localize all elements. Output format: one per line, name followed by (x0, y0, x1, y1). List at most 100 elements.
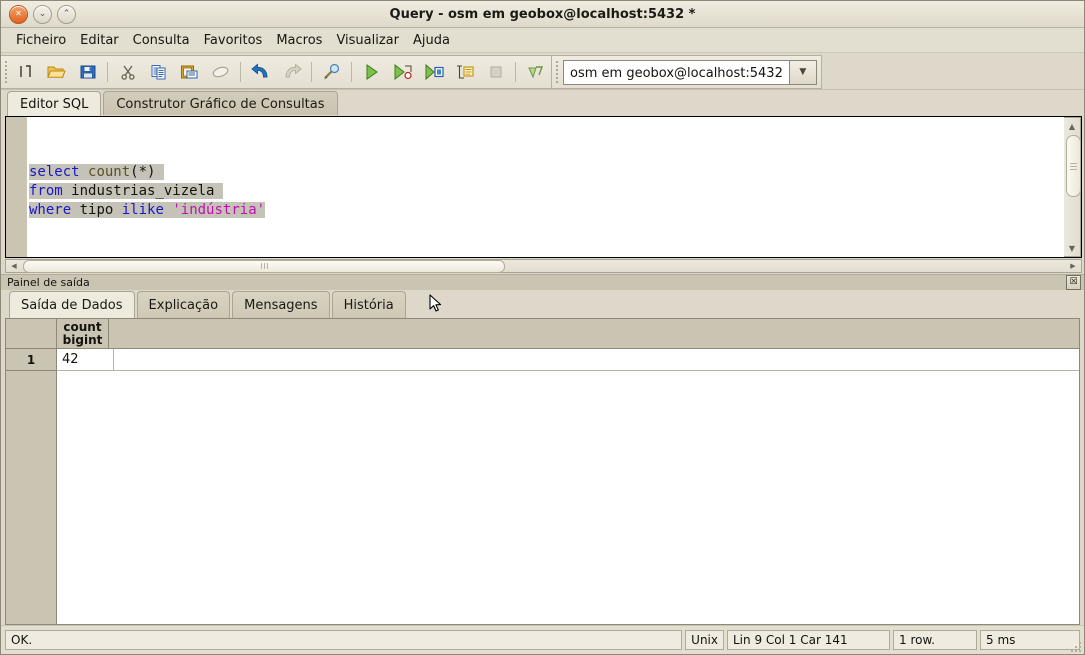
find-replace-icon[interactable] (317, 58, 346, 86)
cut-icon[interactable] (113, 58, 142, 86)
connection-toolbar: osm em geobox@localhost:5432 ▼ (552, 55, 822, 89)
output-panel-header: Painel de saída ☒ (1, 274, 1084, 290)
toolbar-separator (311, 62, 312, 82)
tab-saida-de-dados[interactable]: Saída de Dados (9, 291, 135, 318)
output-tabs: Saída de Dados Explicação Mensagens Hist… (1, 290, 1084, 318)
sql-editor-box: select count(*) from industrias_vizela w… (5, 116, 1082, 258)
menu-macros[interactable]: Macros (269, 31, 329, 50)
menu-favoritos[interactable]: Favoritos (197, 31, 270, 50)
editor-tabs: Editor SQL Construtor Gráfico de Consult… (1, 90, 1084, 116)
close-icon[interactable]: ☒ (1066, 275, 1081, 290)
main-toolbar (1, 55, 552, 89)
save-icon[interactable] (73, 58, 102, 86)
tab-editor-sql[interactable]: Editor SQL (7, 91, 102, 116)
menu-ajuda[interactable]: Ajuda (406, 31, 457, 50)
minimize-window-button[interactable]: ⌄ (33, 4, 52, 24)
grid-row-filler (114, 349, 1079, 371)
editor-gutter (6, 117, 27, 257)
table-row[interactable]: 1 42 (6, 349, 1079, 371)
grid-column-header-count[interactable]: count bigint (57, 319, 109, 349)
tab-query-builder[interactable]: Construtor Gráfico de Consultas (103, 91, 338, 116)
tab-explicacao[interactable]: Explicação (136, 291, 231, 318)
paste-icon[interactable] (175, 58, 204, 86)
horizontal-scroll-thumb[interactable] (23, 259, 505, 273)
scroll-left-icon[interactable]: ◀ (6, 260, 22, 272)
status-row-count: 1 row. (893, 630, 977, 650)
window-title: Query - osm em geobox@localhost:5432 * (389, 6, 696, 22)
query-window: ✕ ⌄ ⌃ Query - osm em geobox@localhost:54… (0, 0, 1085, 655)
macro-icon[interactable] (521, 58, 550, 86)
explain-analyze-icon[interactable] (450, 58, 479, 86)
grid-row-header-strip (6, 371, 57, 624)
scroll-down-icon[interactable]: ▼ (1065, 241, 1080, 255)
editor-vertical-scrollbar[interactable]: ▲ ▼ (1064, 117, 1081, 257)
tab-explicacao-label: Explicação (148, 297, 219, 313)
status-cursor-position: Lin 9 Col 1 Car 141 (727, 630, 890, 650)
vertical-scroll-thumb[interactable] (1065, 135, 1081, 197)
close-window-button[interactable]: ✕ (9, 4, 28, 24)
grid-header-filler (109, 319, 1079, 349)
sql-token: count (88, 164, 131, 180)
tab-editor-sql-label: Editor SQL (20, 96, 89, 112)
grid-cell-count[interactable]: 42 (57, 349, 114, 371)
editor-horizontal-scroll-row: ◀ ▶ (5, 258, 1082, 274)
tab-saida-de-dados-label: Saída de Dados (21, 297, 123, 313)
clear-icon[interactable] (206, 58, 235, 86)
chevron-down-icon: ⌄ (38, 8, 47, 19)
grid-blank-area (57, 371, 1079, 624)
sql-input[interactable]: select count(*) from industrias_vizela w… (27, 117, 1064, 257)
maximize-window-button[interactable]: ⌃ (57, 4, 76, 24)
explain-query-icon[interactable] (419, 58, 448, 86)
tab-historia[interactable]: História (331, 291, 406, 318)
toolbar-separator (107, 62, 108, 82)
toolbar-empty-space (822, 53, 1084, 89)
menu-visualizar[interactable]: Visualizar (329, 31, 406, 50)
redo-icon[interactable] (277, 58, 306, 86)
execute-query-icon[interactable] (357, 58, 386, 86)
menu-ficheiro[interactable]: Ficheiro (9, 31, 73, 50)
menu-consulta[interactable]: Consulta (126, 31, 197, 50)
status-bar: OK. Unix Lin 9 Col 1 Car 141 1 row. 5 ms (1, 625, 1084, 654)
chevron-down-icon[interactable]: ▼ (788, 60, 816, 84)
sql-token: tipo (79, 202, 114, 218)
tab-mensagens[interactable]: Mensagens (232, 291, 330, 318)
tab-historia-label: História (343, 297, 394, 313)
sql-token: ilike (121, 202, 164, 218)
window-resize-grip[interactable] (1069, 640, 1081, 652)
menu-editar[interactable]: Editar (73, 31, 126, 50)
undo-icon[interactable] (246, 58, 275, 86)
grid-empty-body (6, 371, 1079, 624)
connection-select-value: osm em geobox@localhost:5432 (564, 60, 789, 84)
toolbar-drag-handle[interactable] (1, 57, 10, 87)
grid-column-type: bigint (62, 332, 103, 347)
vertical-scroll-track[interactable] (1065, 133, 1081, 241)
new-query-icon[interactable] (11, 58, 40, 86)
toolbar-separator (240, 62, 241, 82)
toolbar-separator (515, 62, 516, 82)
grid-corner-cell[interactable] (6, 319, 57, 349)
code-line: select count(*) (27, 163, 1064, 182)
tab-query-builder-label: Construtor Gráfico de Consultas (116, 96, 325, 112)
execute-to-file-icon[interactable] (388, 58, 417, 86)
sql-token: 'indústria' (172, 202, 266, 218)
cancel-query-icon[interactable] (481, 58, 510, 86)
connection-toolbar-drag-handle[interactable] (552, 57, 561, 87)
grid-column-name: count (63, 319, 102, 334)
row-number[interactable]: 1 (6, 349, 57, 371)
sql-token: industrias_vizela (71, 183, 215, 199)
window-controls: ✕ ⌄ ⌃ (9, 4, 76, 24)
editor-horizontal-scrollbar[interactable]: ◀ ▶ (5, 259, 1082, 273)
open-file-icon[interactable] (42, 58, 71, 86)
chevron-up-icon: ⌃ (62, 8, 71, 19)
scroll-up-icon[interactable]: ▲ (1065, 119, 1080, 133)
result-grid[interactable]: count bigint 1 42 (5, 318, 1080, 625)
connection-select[interactable]: osm em geobox@localhost:5432 ▼ (563, 59, 817, 85)
scroll-right-icon[interactable]: ▶ (1065, 260, 1081, 272)
copy-icon[interactable] (144, 58, 173, 86)
